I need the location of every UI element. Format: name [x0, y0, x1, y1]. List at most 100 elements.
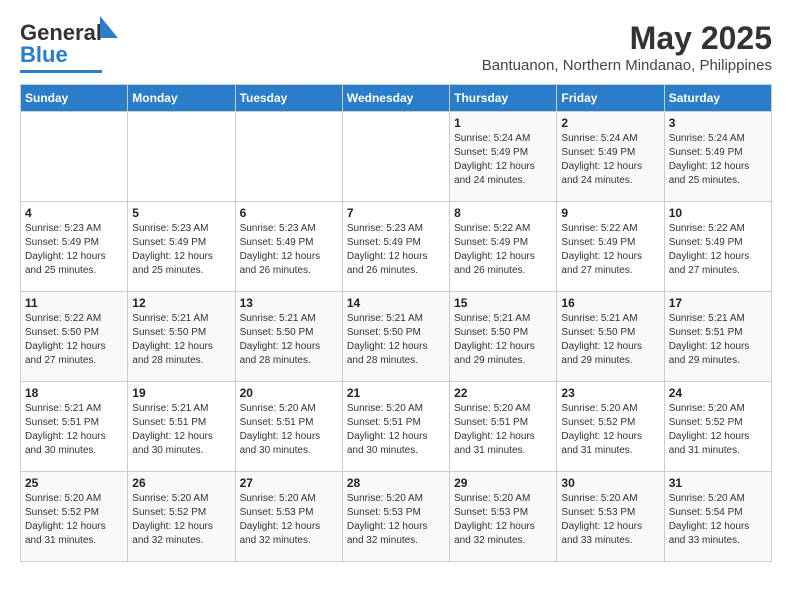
- calendar-cell: 1 Sunrise: 5:24 AM Sunset: 5:49 PM Daylig…: [450, 112, 557, 202]
- calendar-table: SundayMondayTuesdayWednesdayThursdayFrid…: [20, 84, 772, 562]
- day-info: Sunrise: 5:20 AM Sunset: 5:53 PM Dayligh…: [561, 492, 659, 548]
- day-header-thursday: Thursday: [450, 85, 557, 112]
- day-info: Sunrise: 5:24 AM Sunset: 5:49 PM Dayligh…: [561, 132, 659, 188]
- day-info: Sunrise: 5:20 AM Sunset: 5:52 PM Dayligh…: [132, 492, 230, 548]
- calendar-week-3: 18 Sunrise: 5:21 AM Sunset: 5:51 PM Dayli…: [21, 382, 772, 472]
- day-info: Sunrise: 5:21 AM Sunset: 5:51 PM Dayligh…: [669, 312, 767, 368]
- day-info: Sunrise: 5:23 AM Sunset: 5:49 PM Dayligh…: [347, 222, 445, 278]
- day-number: 31: [669, 476, 767, 490]
- day-header-wednesday: Wednesday: [342, 85, 449, 112]
- day-header-friday: Friday: [557, 85, 664, 112]
- day-number: 25: [25, 476, 123, 490]
- day-info: Sunrise: 5:21 AM Sunset: 5:51 PM Dayligh…: [132, 402, 230, 458]
- calendar-title: May 2025: [482, 20, 772, 57]
- day-number: 13: [240, 296, 338, 310]
- calendar-cell: 15 Sunrise: 5:21 AM Sunset: 5:50 PM Dayli…: [450, 292, 557, 382]
- day-info: Sunrise: 5:21 AM Sunset: 5:50 PM Dayligh…: [561, 312, 659, 368]
- day-info: Sunrise: 5:20 AM Sunset: 5:54 PM Dayligh…: [669, 492, 767, 548]
- day-info: Sunrise: 5:20 AM Sunset: 5:53 PM Dayligh…: [347, 492, 445, 548]
- day-number: 19: [132, 386, 230, 400]
- title-block: May 2025 Bantuanon, Northern Mindanao, P…: [482, 20, 772, 74]
- day-number: 28: [347, 476, 445, 490]
- calendar-cell: 5 Sunrise: 5:23 AM Sunset: 5:49 PM Daylig…: [128, 202, 235, 292]
- day-number: 2: [561, 116, 659, 130]
- calendar-cell: [21, 112, 128, 202]
- day-number: 1: [454, 116, 552, 130]
- day-number: 18: [25, 386, 123, 400]
- day-info: Sunrise: 5:21 AM Sunset: 5:51 PM Dayligh…: [25, 402, 123, 458]
- day-number: 29: [454, 476, 552, 490]
- calendar-cell: 29 Sunrise: 5:20 AM Sunset: 5:53 PM Dayli…: [450, 472, 557, 562]
- day-number: 17: [669, 296, 767, 310]
- calendar-cell: 26Sunrise: 5:20 AM Sunset: 5:52 PM Dayli…: [128, 472, 235, 562]
- logo-triangle-icon: [100, 16, 118, 38]
- day-info: Sunrise: 5:21 AM Sunset: 5:50 PM Dayligh…: [454, 312, 552, 368]
- calendar-week-1: 4Sunrise: 5:23 AM Sunset: 5:49 PM Daylig…: [21, 202, 772, 292]
- day-info: Sunrise: 5:20 AM Sunset: 5:51 PM Dayligh…: [454, 402, 552, 458]
- day-info: Sunrise: 5:22 AM Sunset: 5:49 PM Dayligh…: [454, 222, 552, 278]
- calendar-cell: 23Sunrise: 5:20 AM Sunset: 5:52 PM Dayli…: [557, 382, 664, 472]
- day-info: Sunrise: 5:24 AM Sunset: 5:49 PM Dayligh…: [669, 132, 767, 188]
- calendar-subtitle: Bantuanon, Northern Mindanao, Philippine…: [482, 57, 772, 74]
- calendar-week-0: 1 Sunrise: 5:24 AM Sunset: 5:49 PM Daylig…: [21, 112, 772, 202]
- calendar-cell: 11 Sunrise: 5:22 AM Sunset: 5:50 PM Dayli…: [21, 292, 128, 382]
- calendar-cell: 8 Sunrise: 5:22 AM Sunset: 5:49 PM Daylig…: [450, 202, 557, 292]
- calendar-cell: 31 Sunrise: 5:20 AM Sunset: 5:54 PM Dayli…: [664, 472, 771, 562]
- calendar-cell: 13Sunrise: 5:21 AM Sunset: 5:50 PM Dayli…: [235, 292, 342, 382]
- calendar-cell: 3 Sunrise: 5:24 AM Sunset: 5:49 PM Daylig…: [664, 112, 771, 202]
- day-info: Sunrise: 5:20 AM Sunset: 5:52 PM Dayligh…: [25, 492, 123, 548]
- day-info: Sunrise: 5:22 AM Sunset: 5:49 PM Dayligh…: [669, 222, 767, 278]
- day-number: 22: [454, 386, 552, 400]
- calendar-cell: [342, 112, 449, 202]
- day-header-saturday: Saturday: [664, 85, 771, 112]
- day-info: Sunrise: 5:23 AM Sunset: 5:49 PM Dayligh…: [25, 222, 123, 278]
- day-number: 30: [561, 476, 659, 490]
- logo: General Blue: [20, 20, 102, 73]
- day-number: 7: [347, 206, 445, 220]
- day-number: 14: [347, 296, 445, 310]
- day-info: Sunrise: 5:22 AM Sunset: 5:50 PM Dayligh…: [25, 312, 123, 368]
- day-number: 15: [454, 296, 552, 310]
- day-info: Sunrise: 5:21 AM Sunset: 5:50 PM Dayligh…: [132, 312, 230, 368]
- day-header-monday: Monday: [128, 85, 235, 112]
- day-number: 10: [669, 206, 767, 220]
- day-number: 6: [240, 206, 338, 220]
- calendar-cell: 28 Sunrise: 5:20 AM Sunset: 5:53 PM Dayli…: [342, 472, 449, 562]
- calendar-cell: [128, 112, 235, 202]
- calendar-cell: 6 Sunrise: 5:23 AM Sunset: 5:49 PM Daylig…: [235, 202, 342, 292]
- calendar-cell: 25 Sunrise: 5:20 AM Sunset: 5:52 PM Dayli…: [21, 472, 128, 562]
- logo-general: General: [20, 20, 102, 45]
- day-info: Sunrise: 5:20 AM Sunset: 5:51 PM Dayligh…: [240, 402, 338, 458]
- day-number: 20: [240, 386, 338, 400]
- day-number: 24: [669, 386, 767, 400]
- calendar-week-4: 25 Sunrise: 5:20 AM Sunset: 5:52 PM Dayli…: [21, 472, 772, 562]
- day-info: Sunrise: 5:24 AM Sunset: 5:49 PM Dayligh…: [454, 132, 552, 188]
- calendar-cell: [235, 112, 342, 202]
- day-info: Sunrise: 5:20 AM Sunset: 5:52 PM Dayligh…: [669, 402, 767, 458]
- calendar-cell: 7 Sunrise: 5:23 AM Sunset: 5:49 PM Daylig…: [342, 202, 449, 292]
- calendar-cell: 30 Sunrise: 5:20 AM Sunset: 5:53 PM Dayli…: [557, 472, 664, 562]
- day-info: Sunrise: 5:22 AM Sunset: 5:49 PM Dayligh…: [561, 222, 659, 278]
- day-number: 11: [25, 296, 123, 310]
- day-info: Sunrise: 5:23 AM Sunset: 5:49 PM Dayligh…: [240, 222, 338, 278]
- day-info: Sunrise: 5:20 AM Sunset: 5:53 PM Dayligh…: [454, 492, 552, 548]
- day-number: 21: [347, 386, 445, 400]
- days-of-week-row: SundayMondayTuesdayWednesdayThursdayFrid…: [21, 85, 772, 112]
- day-number: 12: [132, 296, 230, 310]
- calendar-cell: 17 Sunrise: 5:21 AM Sunset: 5:51 PM Dayli…: [664, 292, 771, 382]
- day-number: 3: [669, 116, 767, 130]
- day-info: Sunrise: 5:23 AM Sunset: 5:49 PM Dayligh…: [132, 222, 230, 278]
- calendar-cell: 14 Sunrise: 5:21 AM Sunset: 5:50 PM Dayli…: [342, 292, 449, 382]
- day-header-tuesday: Tuesday: [235, 85, 342, 112]
- day-info: Sunrise: 5:21 AM Sunset: 5:50 PM Dayligh…: [347, 312, 445, 368]
- day-number: 5: [132, 206, 230, 220]
- day-number: 8: [454, 206, 552, 220]
- day-number: 9: [561, 206, 659, 220]
- calendar-header: SundayMondayTuesdayWednesdayThursdayFrid…: [21, 85, 772, 112]
- day-info: Sunrise: 5:20 AM Sunset: 5:51 PM Dayligh…: [347, 402, 445, 458]
- day-number: 27: [240, 476, 338, 490]
- calendar-week-2: 11 Sunrise: 5:22 AM Sunset: 5:50 PM Dayli…: [21, 292, 772, 382]
- calendar-body: 1 Sunrise: 5:24 AM Sunset: 5:49 PM Daylig…: [21, 112, 772, 562]
- day-info: Sunrise: 5:20 AM Sunset: 5:53 PM Dayligh…: [240, 492, 338, 548]
- calendar-cell: 24 Sunrise: 5:20 AM Sunset: 5:52 PM Dayli…: [664, 382, 771, 472]
